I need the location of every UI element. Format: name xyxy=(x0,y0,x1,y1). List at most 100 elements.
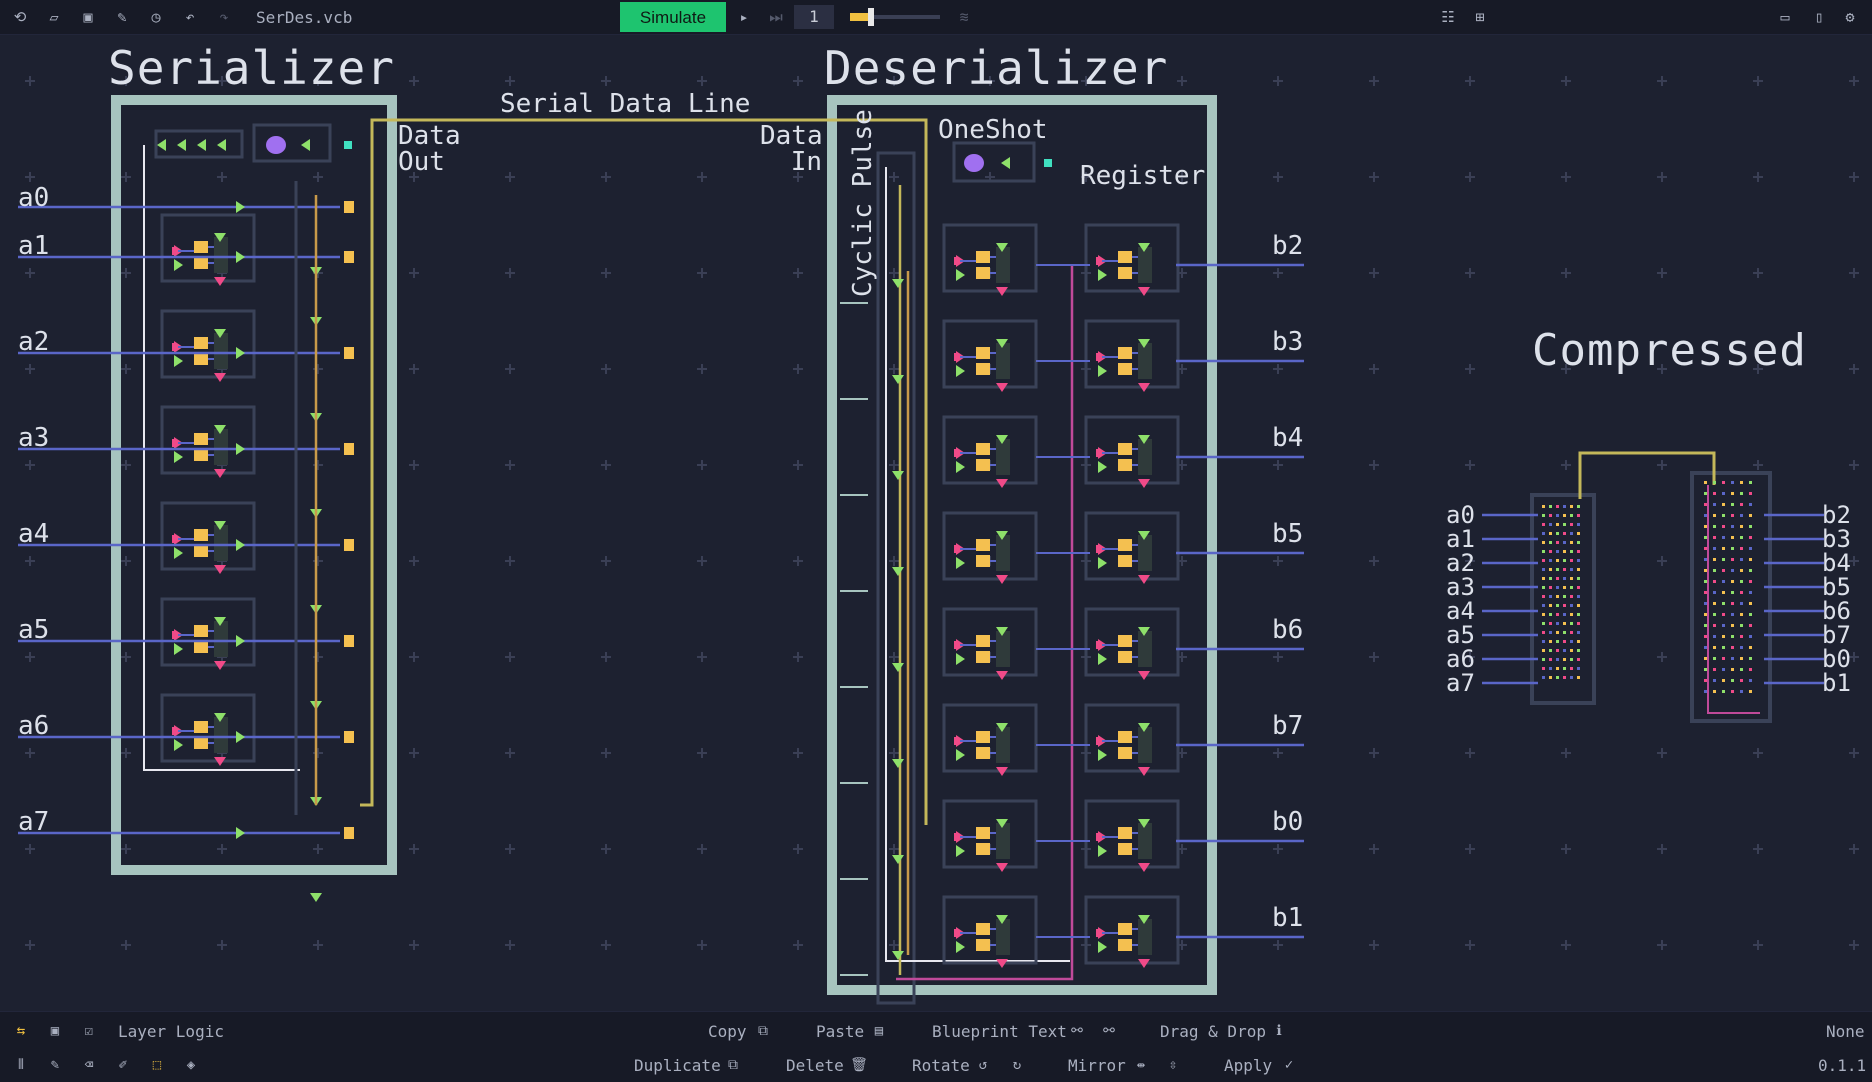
redo-icon[interactable]: ↷ xyxy=(214,7,234,27)
logic-layer-icon[interactable]: ⇆ xyxy=(12,1022,30,1040)
save-icon[interactable]: ▣ xyxy=(78,7,98,27)
drag-drop-button[interactable]: Drag & Drop xyxy=(1160,1022,1266,1041)
compressed-cell xyxy=(1722,602,1725,605)
picker-icon[interactable]: ✐ xyxy=(114,1056,132,1074)
compressed-cell xyxy=(1563,559,1566,562)
apply-button[interactable]: Apply xyxy=(1224,1056,1272,1075)
book-icon[interactable]: ▯ xyxy=(1809,7,1829,27)
latch-core xyxy=(1138,535,1152,571)
compressed-cell xyxy=(1556,658,1559,661)
data-out-label: Data Out xyxy=(398,121,461,177)
fill-icon[interactable]: ◈ xyxy=(182,1056,200,1074)
compressed-cell xyxy=(1570,676,1573,679)
compressed-cell xyxy=(1713,635,1716,638)
window-icon[interactable]: ▭ xyxy=(1775,7,1795,27)
compressed-cell xyxy=(1556,532,1559,535)
mirror-horizontal-icon[interactable]: ⇹ xyxy=(1132,1056,1150,1074)
check-layer-icon[interactable]: ☑ xyxy=(80,1022,98,1040)
compressed-cell xyxy=(1713,503,1716,506)
history-icon[interactable]: ◷ xyxy=(146,7,166,27)
and-gate xyxy=(344,251,354,263)
speed-slider-knob[interactable] xyxy=(868,8,874,26)
check-icon[interactable]: ✓ xyxy=(1280,1056,1298,1074)
compressed-cell xyxy=(1542,541,1545,544)
compressed-cell xyxy=(1556,631,1559,634)
copy-button[interactable]: Copy xyxy=(708,1022,747,1041)
compressed-cell xyxy=(1749,503,1752,506)
blueprint-copy-icon[interactable]: ⚯ xyxy=(1068,1022,1086,1040)
latch-core xyxy=(996,439,1010,475)
undo-icon[interactable]: ↶ xyxy=(180,7,200,27)
blueprint-paste-icon[interactable]: ⚯ xyxy=(1100,1022,1118,1040)
mirror-vertical-icon[interactable]: ⇳ xyxy=(1164,1056,1182,1074)
compressed-cell xyxy=(1577,559,1580,562)
copy-icon[interactable]: ⧉ xyxy=(754,1022,772,1040)
and-gate xyxy=(194,257,208,269)
rotate-left-icon[interactable]: ↺ xyxy=(974,1056,992,1074)
compressed-cell xyxy=(1713,690,1716,693)
compressed-cell xyxy=(1731,657,1734,660)
compressed-cell xyxy=(1722,580,1725,583)
not-gate-bar xyxy=(954,833,958,841)
compressed-cell xyxy=(1722,613,1725,616)
group-icon[interactable]: ⊞ xyxy=(1470,7,1490,27)
compressed-cell xyxy=(1722,558,1725,561)
step-icon[interactable]: ▸ xyxy=(734,7,754,27)
compressed-cell xyxy=(1570,541,1573,544)
deco-layer-icon[interactable]: ▣ xyxy=(46,1022,64,1040)
gear-icon[interactable]: ⚙ xyxy=(1840,7,1860,27)
trash-icon[interactable]: 🗑 xyxy=(850,1056,868,1074)
rotate-right-icon[interactable]: ↻ xyxy=(1008,1056,1026,1074)
pencil-icon[interactable]: ✎ xyxy=(46,1056,64,1074)
mirror-button[interactable]: Mirror xyxy=(1068,1056,1126,1075)
and-gate xyxy=(194,241,208,253)
compressed-cell xyxy=(1740,624,1743,627)
selection-status: None xyxy=(1826,1022,1865,1041)
compressed-cell xyxy=(1713,536,1716,539)
skip-icon[interactable]: ⏭ xyxy=(766,7,786,27)
compressed-cell xyxy=(1740,668,1743,671)
save-as-icon[interactable]: ✎ xyxy=(112,7,132,27)
compressed-cell xyxy=(1570,622,1573,625)
compressed-cell xyxy=(1542,532,1545,535)
compressed-cell xyxy=(1556,586,1559,589)
compressed-cell xyxy=(1731,613,1734,616)
delete-button[interactable]: Delete xyxy=(786,1056,844,1075)
compressed-cell xyxy=(1549,532,1552,535)
compressed-cell xyxy=(1577,586,1580,589)
compressed-cell xyxy=(1740,690,1743,693)
duplicate-icon[interactable]: ⧉ xyxy=(724,1056,742,1074)
duplicate-button[interactable]: Duplicate xyxy=(634,1056,721,1075)
compressed-cell xyxy=(1556,640,1559,643)
compressed-cell xyxy=(1577,514,1580,517)
layers-icon[interactable]: ≋ xyxy=(954,7,974,27)
bus-tool-icon[interactable]: ⦀ xyxy=(12,1056,30,1074)
open-folder-icon[interactable]: ▱ xyxy=(44,7,64,27)
blueprint-text-button[interactable]: Blueprint Text xyxy=(932,1022,1067,1041)
eraser-icon[interactable]: ⌫ xyxy=(80,1056,98,1074)
compressed-cell xyxy=(1549,649,1552,652)
not-gate-bar xyxy=(172,439,176,447)
compressed-cell xyxy=(1563,550,1566,553)
circuit-canvas[interactable]: Serializer Deserializer Serial Data Line… xyxy=(0,35,1872,1011)
oneshot-output xyxy=(344,141,352,149)
compressed-cell xyxy=(1563,613,1566,616)
latch-core xyxy=(1138,631,1152,667)
tick-count[interactable]: 1 xyxy=(794,5,834,29)
compressed-cell xyxy=(1722,679,1725,682)
simulate-button[interactable]: Simulate xyxy=(620,2,726,32)
paste-button[interactable]: Paste xyxy=(816,1022,864,1041)
clipboard-icon[interactable]: ▤ xyxy=(870,1022,888,1040)
rotate-button[interactable]: Rotate xyxy=(912,1056,970,1075)
info-icon[interactable]: ℹ xyxy=(1270,1022,1288,1040)
compressed-cell xyxy=(1722,690,1725,693)
and-gate xyxy=(976,635,990,647)
new-file-icon[interactable]: ⟲ xyxy=(10,7,30,27)
and-gate xyxy=(1118,827,1132,839)
select-icon[interactable]: ⬚ xyxy=(148,1056,166,1074)
compressed-cell xyxy=(1570,595,1573,598)
compressed-cell xyxy=(1563,649,1566,652)
align-icon[interactable]: ☷ xyxy=(1438,7,1458,27)
compressed-cell xyxy=(1749,558,1752,561)
compressed-cell xyxy=(1570,550,1573,553)
